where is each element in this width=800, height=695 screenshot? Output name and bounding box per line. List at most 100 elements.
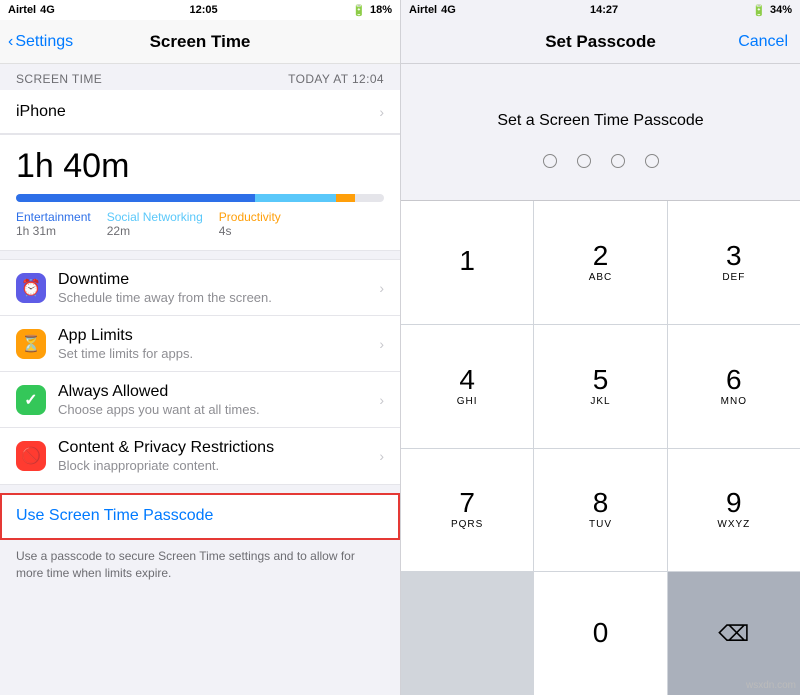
usage-progress-bar (16, 194, 384, 202)
downtime-subtitle: Schedule time away from the screen. (58, 290, 379, 305)
legend-productivity-value: 4s (219, 224, 281, 238)
key-4-letters: GHI (457, 396, 478, 407)
downtime-text: Downtime Schedule time away from the scr… (58, 271, 379, 305)
usage-section: 1h 40m Entertainment 1h 31m Social Netwo… (0, 134, 400, 251)
key-1[interactable]: 1 (401, 201, 533, 324)
key-8-number: 8 (593, 489, 609, 517)
legend-social-label: Social Networking (107, 210, 203, 224)
content-privacy-text: Content & Privacy Restrictions Block ina… (58, 439, 379, 473)
key-4[interactable]: 4 GHI (401, 325, 533, 448)
legend-productivity: Productivity 4s (219, 210, 281, 238)
passcode-prompt-title: Set a Screen Time Passcode (497, 112, 703, 130)
passcode-dot-4 (645, 154, 659, 168)
key-delete[interactable]: ⌫ (668, 572, 800, 695)
app-limits-icon: ⏳ (16, 329, 46, 359)
key-6-letters: MNO (721, 396, 747, 407)
key-7[interactable]: 7 PQRS (401, 449, 533, 572)
time-left: 12:05 (189, 4, 217, 16)
progress-social (255, 194, 336, 202)
key-8[interactable]: 8 TUV (534, 449, 666, 572)
downtime-item[interactable]: ⏰ Downtime Schedule time away from the s… (0, 260, 400, 316)
right-nav-title: Set Passcode (545, 32, 656, 52)
passcode-link[interactable]: Use Screen Time Passcode (16, 507, 213, 524)
always-allowed-title: Always Allowed (58, 383, 379, 401)
left-panel: Airtel 4G 12:05 🔋 18% ‹ Settings Screen … (0, 0, 400, 695)
right-panel: Airtel 4G 14:27 🔋 34% Set Passcode Cance… (401, 0, 800, 695)
settings-group: ⏰ Downtime Schedule time away from the s… (0, 259, 400, 485)
key-1-number: 1 (459, 247, 475, 275)
passcode-dot-1 (543, 154, 557, 168)
right-status-bar-right: 🔋 34% (752, 4, 792, 17)
app-limits-text: App Limits Set time limits for apps. (58, 327, 379, 361)
right-nav-bar: Set Passcode Cancel (401, 20, 800, 64)
key-4-number: 4 (459, 366, 475, 394)
carrier-left: Airtel (8, 4, 36, 16)
legend-entertainment: Entertainment 1h 31m (16, 210, 91, 238)
iphone-cell[interactable]: iPhone › (0, 90, 400, 134)
left-nav-bar: ‹ Settings Screen Time (0, 20, 400, 64)
legend-social: Social Networking 22m (107, 210, 203, 238)
key-6-number: 6 (726, 366, 742, 394)
app-limits-icon-glyph: ⏳ (21, 334, 41, 354)
content-privacy-item[interactable]: 🚫 Content & Privacy Restrictions Block i… (0, 428, 400, 484)
usage-legend: Entertainment 1h 31m Social Networking 2… (16, 210, 384, 238)
back-label: Settings (15, 33, 73, 51)
key-5[interactable]: 5 JKL (534, 325, 666, 448)
key-3[interactable]: 3 DEF (668, 201, 800, 324)
legend-productivity-label: Productivity (219, 210, 281, 224)
key-5-letters: JKL (590, 396, 610, 407)
back-button[interactable]: ‹ Settings (8, 33, 73, 51)
key-2[interactable]: 2 ABC (534, 201, 666, 324)
passcode-dot-3 (611, 154, 625, 168)
section-header-timestamp: Today at 12:04 (288, 72, 384, 86)
app-limits-title: App Limits (58, 327, 379, 345)
left-nav-title: Screen Time (150, 32, 251, 52)
right-status-bar-left: Airtel 4G (409, 4, 456, 16)
key-3-number: 3 (726, 242, 742, 270)
key-0[interactable]: 0 (534, 572, 666, 695)
app-limits-chevron-icon: › (379, 336, 384, 352)
passcode-description: Use a passcode to secure Screen Time set… (0, 540, 400, 590)
backspace-icon: ⌫ (718, 623, 749, 645)
key-0-number: 0 (593, 619, 609, 647)
left-status-bar-left: Airtel 4G (8, 4, 55, 16)
always-allowed-text: Always Allowed Choose apps you want at a… (58, 383, 379, 417)
key-8-letters: TUV (589, 519, 612, 530)
section-header: SCREEN TIME Today at 12:04 (0, 64, 400, 90)
time-right: 14:27 (590, 4, 618, 16)
network-left: 4G (40, 4, 55, 16)
key-7-letters: PQRS (451, 519, 483, 530)
content-privacy-title: Content & Privacy Restrictions (58, 439, 379, 457)
battery-left: 18% (370, 4, 392, 16)
key-2-number: 2 (593, 242, 609, 270)
key-9-letters: WXYZ (717, 519, 750, 530)
always-allowed-item[interactable]: ✓ Always Allowed Choose apps you want at… (0, 372, 400, 428)
passcode-section[interactable]: Use Screen Time Passcode (0, 493, 400, 540)
downtime-icon: ⏰ (16, 273, 46, 303)
battery-icon-right: 🔋 (752, 4, 766, 17)
always-allowed-icon: ✓ (16, 385, 46, 415)
content-privacy-chevron-icon: › (379, 448, 384, 464)
back-chevron-icon: ‹ (8, 33, 13, 51)
app-limits-item[interactable]: ⏳ App Limits Set time limits for apps. › (0, 316, 400, 372)
carrier-right: Airtel (409, 4, 437, 16)
iphone-label: iPhone (16, 103, 379, 121)
numpad: 1 2 ABC 3 DEF 4 GHI 5 JKL 6 MNO 7 PQRS 8 (401, 200, 800, 695)
key-6[interactable]: 6 MNO (668, 325, 800, 448)
passcode-dots (543, 154, 659, 168)
left-status-bar: Airtel 4G 12:05 🔋 18% (0, 0, 400, 20)
iphone-chevron-icon: › (379, 104, 384, 120)
section-header-label: SCREEN TIME (16, 72, 102, 86)
content-privacy-icon-glyph: 🚫 (21, 446, 41, 466)
usage-total-time: 1h 40m (16, 147, 384, 186)
battery-right: 34% (770, 4, 792, 16)
always-allowed-subtitle: Choose apps you want at all times. (58, 402, 379, 417)
key-9[interactable]: 9 WXYZ (668, 449, 800, 572)
app-limits-subtitle: Set time limits for apps. (58, 346, 379, 361)
left-status-bar-right: 🔋 18% (352, 4, 392, 17)
content-privacy-subtitle: Block inappropriate content. (58, 458, 379, 473)
downtime-chevron-icon: › (379, 280, 384, 296)
network-right: 4G (441, 4, 456, 16)
downtime-title: Downtime (58, 271, 379, 289)
cancel-button[interactable]: Cancel (738, 33, 788, 51)
